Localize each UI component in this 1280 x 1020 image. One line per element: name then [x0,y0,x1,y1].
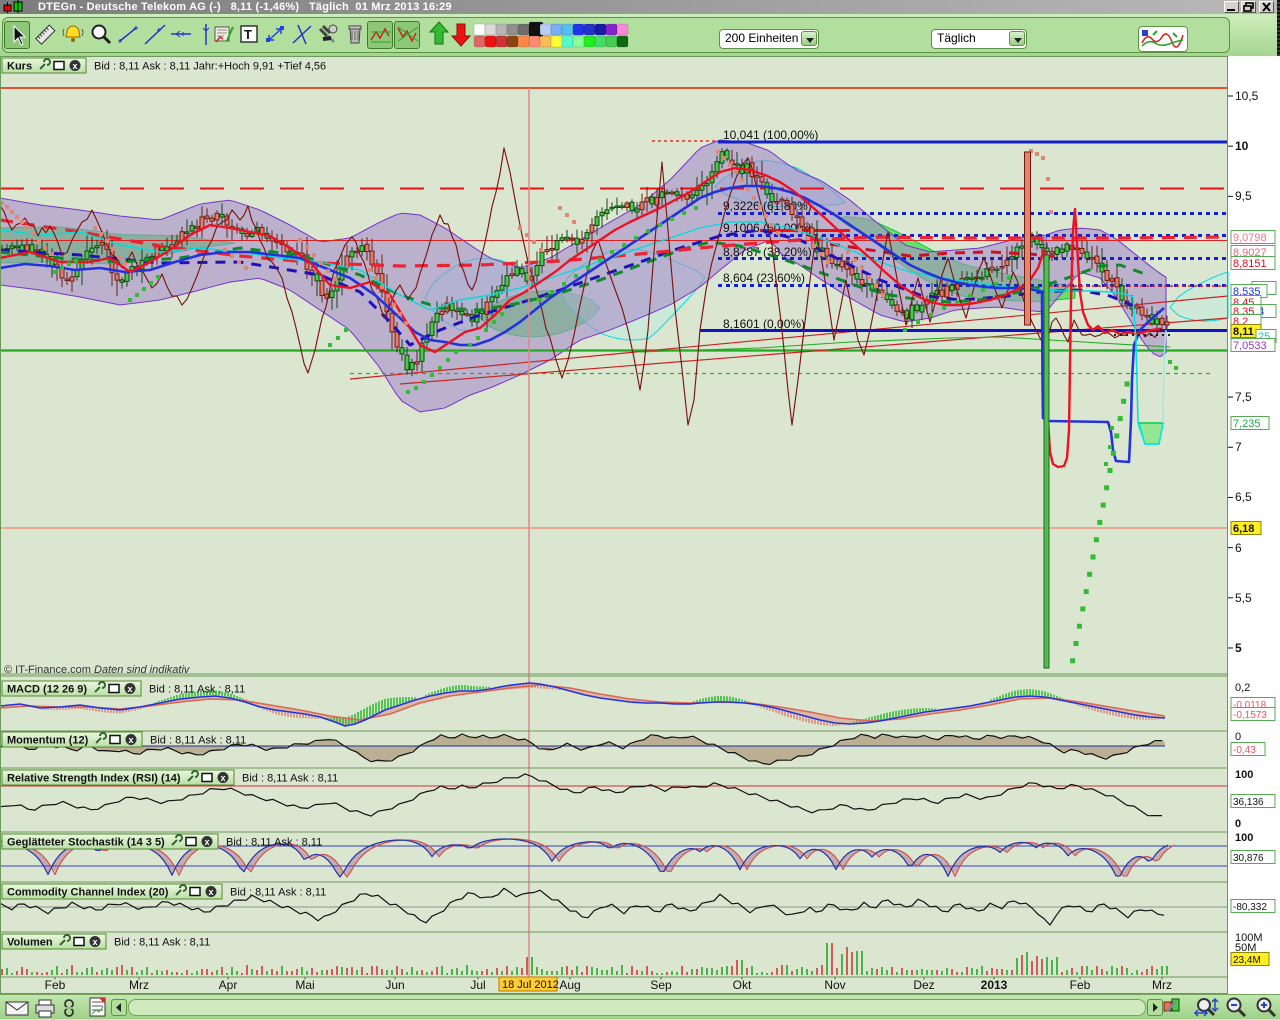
svg-text:10: 10 [1235,139,1249,153]
svg-text:MACD (12 26 9): MACD (12 26 9) [7,684,87,696]
svg-text:Nov: Nov [824,978,845,992]
svg-text:8,8787 (38,20%): 8,8787 (38,20%) [723,245,812,259]
svg-text:Relative Strength Index (RSI): Relative Strength Index (RSI) (14) [7,773,181,785]
svg-text:8,1601 (0,00%): 8,1601 (0,00%) [723,317,805,331]
svg-text:10,5: 10,5 [1235,89,1259,103]
svg-text:7: 7 [1235,440,1242,454]
svg-text:x: x [129,735,134,745]
svg-text:Jul: Jul [470,978,485,992]
svg-text:Mrz: Mrz [129,978,149,992]
svg-text:7,0533: 7,0533 [1233,340,1267,352]
svg-text:Apr: Apr [219,978,238,992]
svg-text:8,8151: 8,8151 [1233,258,1267,270]
svg-text:Aug: Aug [559,978,580,992]
svg-text:6,5: 6,5 [1235,490,1252,504]
svg-text:x: x [128,684,133,694]
svg-text:10,041 (100,00%): 10,041 (100,00%) [723,128,818,142]
svg-text:7,5: 7,5 [1235,390,1252,404]
svg-text:Sep: Sep [650,978,672,992]
svg-text:x: x [205,837,210,847]
svg-text:Okt: Okt [733,978,752,992]
svg-text:Bid : 8,11 Ask : 8,11 Jahr:+H: Bid : 8,11 Ask : 8,11 Jahr:+Hoch 9,91 +T… [94,61,326,73]
svg-text:100: 100 [1235,832,1253,844]
svg-text:Bid : 8,11 Ask : 8,11: Bid : 8,11 Ask : 8,11 [149,684,245,696]
svg-text:Commodity Channel Index (20): Commodity Channel Index (20) [7,887,169,899]
svg-text:36,136: 36,136 [1233,797,1264,808]
svg-text:x: x [209,887,214,897]
svg-text:-0,43: -0,43 [1233,745,1256,756]
svg-text:Bid : 8,11 Ask : 8,11: Bid : 8,11 Ask : 8,11 [226,837,322,849]
svg-text:x: x [73,61,78,71]
svg-text:2013: 2013 [981,978,1008,992]
svg-text:Mai: Mai [295,978,314,992]
svg-text:0: 0 [1235,731,1241,743]
svg-text:-0,1573: -0,1573 [1233,710,1267,721]
svg-text:Geglätteter Stochastik (14 3 5: Geglätteter Stochastik (14 3 5) [7,837,165,849]
svg-text:8,11: 8,11 [1233,326,1254,338]
svg-text:Volumen: Volumen [7,937,53,949]
svg-text:9,0798: 9,0798 [1233,232,1267,244]
svg-text:100: 100 [1235,769,1253,781]
svg-text:Feb: Feb [1070,978,1091,992]
svg-text:30,876: 30,876 [1233,853,1264,864]
svg-text:6,18: 6,18 [1233,523,1254,535]
svg-text:9,5: 9,5 [1235,189,1252,203]
svg-text:23,4M: 23,4M [1233,955,1261,966]
svg-text:5: 5 [1235,641,1242,655]
svg-text:Bid : 8,11 Ask : 8,11: Bid : 8,11 Ask : 8,11 [114,937,210,949]
svg-text:9,3226 (61,80%): 9,3226 (61,80%) [723,199,812,213]
svg-text:Jun: Jun [385,978,404,992]
svg-text:7,235: 7,235 [1233,418,1261,430]
svg-text:Bid : 8,11 Ask : 8,11: Bid : 8,11 Ask : 8,11 [230,887,326,899]
svg-text:6: 6 [1235,541,1242,555]
svg-text:Mrz: Mrz [1152,978,1172,992]
svg-text:x: x [93,937,98,947]
svg-text:0: 0 [1235,818,1241,830]
svg-text:Bid : 8,11 Ask : 8,11: Bid : 8,11 Ask : 8,11 [150,735,246,747]
svg-text:18 Jul 2012: 18 Jul 2012 [502,979,559,991]
svg-text:Dez: Dez [913,978,934,992]
svg-text:x: x [221,773,226,783]
svg-text:Feb: Feb [45,978,66,992]
svg-text:Kurs: Kurs [7,61,32,73]
svg-text:8,604 (23,60%): 8,604 (23,60%) [723,271,805,285]
svg-text:Bid : 8,11 Ask : 8,11: Bid : 8,11 Ask : 8,11 [242,773,338,785]
svg-text:0,2: 0,2 [1235,682,1250,694]
svg-text:-80,332: -80,332 [1233,902,1267,913]
svg-text:Momentum (12): Momentum (12) [7,735,89,747]
svg-text:5,5: 5,5 [1235,591,1252,605]
